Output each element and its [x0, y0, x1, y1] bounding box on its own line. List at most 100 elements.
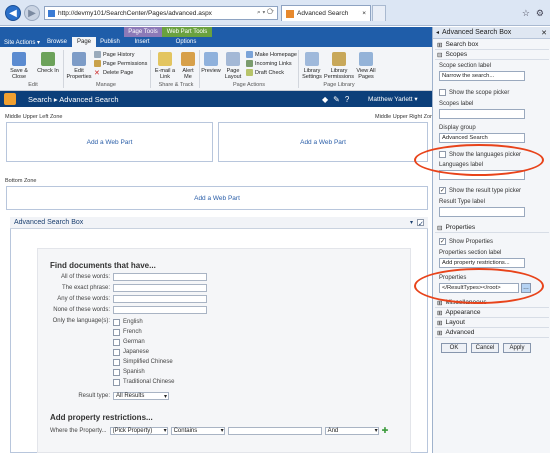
result-type-select[interactable]: All Results ▾ — [113, 392, 169, 400]
make-homepage-button[interactable]: Make Homepage — [246, 50, 297, 59]
check-in-button[interactable]: Check In — [36, 52, 60, 74]
add-web-part-link[interactable]: Add a Web Part — [194, 195, 240, 202]
section-appearance[interactable]: ⊞ Appearance — [435, 308, 549, 318]
none-words-input[interactable] — [113, 306, 207, 314]
page-permissions-button[interactable]: Page Permissions — [94, 59, 147, 68]
collapsed-sections: ⊞ Miscellaneous ⊞ Appearance ⊞ Layout ⊞ Adva… — [435, 298, 549, 338]
language-checkbox[interactable] — [113, 318, 120, 326]
show-scope-picker-checkbox[interactable] — [439, 89, 446, 96]
and-or-select[interactable]: And ▾ — [324, 426, 379, 435]
language-option[interactable]: Spanish — [113, 367, 174, 377]
library-settings-button[interactable]: Library Settings — [301, 52, 323, 80]
language-option[interactable]: English — [113, 317, 174, 327]
favorites-icon[interactable]: ☆ — [522, 8, 530, 19]
show-scope-picker[interactable]: Show the scope picker — [439, 89, 509, 96]
tab-browse[interactable]: Browse — [44, 37, 70, 47]
close-icon[interactable]: ✕ — [541, 29, 547, 37]
pick-property-select[interactable]: (Pick Property) ▾ — [109, 426, 168, 435]
language-checkbox[interactable] — [113, 328, 120, 336]
page-layout-button[interactable]: Page Layout — [223, 52, 243, 80]
section-advanced[interactable]: ⊞ Advanced — [435, 328, 549, 338]
close-tab-icon[interactable]: × — [362, 10, 366, 17]
webpart-title-text: Advanced Search Box — [14, 219, 84, 226]
show-result-type-picker[interactable]: ✓ Show the result type picker — [439, 187, 521, 194]
tag-icon[interactable]: ◆ — [322, 95, 328, 104]
save-close-button[interactable]: Save & Close — [5, 52, 33, 80]
library-permissions-button[interactable]: Library Permissions — [324, 52, 354, 80]
back-button[interactable]: ◀ — [5, 5, 21, 21]
language-label: Traditional Chinese — [123, 379, 175, 385]
search-icon[interactable]: ⌕ ▾ ⟳ — [257, 9, 274, 17]
display-group-input[interactable]: Advanced Search — [439, 133, 525, 143]
help-icon[interactable]: ? — [345, 95, 349, 104]
add-web-part-link[interactable]: Add a Web Part — [300, 139, 346, 146]
result-type-label: Result Type label — [439, 199, 485, 205]
language-option[interactable]: Japanese — [113, 347, 174, 357]
language-list: English French German Japanese Simplifie… — [113, 317, 174, 387]
edit-properties-button[interactable]: Edit Properties — [66, 52, 92, 80]
add-row-icon[interactable]: ✚ — [382, 426, 389, 435]
view-all-pages-button[interactable]: View All Pages — [355, 52, 377, 80]
show-result-type-picker-checkbox[interactable]: ✓ — [439, 187, 446, 194]
scopes-label-input[interactable] — [439, 109, 525, 119]
alert-me-button[interactable]: Alert Me — [178, 52, 198, 80]
cancel-button[interactable]: Cancel — [471, 343, 499, 353]
site-actions-menu[interactable]: Site Actions ▾ — [2, 37, 42, 47]
settings-icon — [305, 52, 319, 66]
apply-button[interactable]: Apply — [503, 343, 531, 353]
tool-pane-back-icon[interactable]: ◂ — [436, 29, 439, 36]
and-or-value: And — [327, 427, 339, 434]
section-search-box[interactable]: ⊞ Search box — [435, 40, 549, 50]
show-properties-checkbox[interactable]: ✓ — [439, 238, 446, 245]
result-type-label-input[interactable] — [439, 207, 525, 217]
email-link-button[interactable]: E-mail a Link — [153, 52, 177, 80]
tab-page[interactable]: Page — [72, 37, 96, 47]
gear-icon[interactable]: ⚙ — [536, 8, 544, 19]
language-checkbox[interactable] — [113, 348, 120, 356]
browser-tab[interactable]: Advanced Search × — [281, 5, 371, 21]
tab-publish[interactable]: Publish — [98, 37, 122, 47]
language-checkbox[interactable] — [113, 338, 120, 346]
exact-phrase-input[interactable] — [113, 284, 207, 292]
new-tab-button[interactable] — [372, 5, 386, 21]
language-option[interactable]: Traditional Chinese — [113, 377, 174, 387]
page-permissions-label: Page Permissions — [103, 60, 148, 67]
incoming-links-button[interactable]: Incoming Links — [246, 59, 297, 68]
section-properties[interactable]: ⊟ Properties — [435, 223, 549, 233]
check-icon — [246, 69, 253, 76]
preview-button[interactable]: Preview — [201, 52, 221, 74]
language-option[interactable]: German — [113, 337, 174, 347]
address-bar[interactable]: http://devmy101/SearchCenter/Pages/advan… — [44, 6, 278, 20]
show-properties[interactable]: ✓ Show Properties — [439, 238, 493, 245]
user-menu[interactable]: Matthew Yarlett ▾ — [368, 91, 418, 107]
page-history-button[interactable]: Page History — [94, 50, 147, 59]
all-words-input[interactable] — [113, 273, 207, 281]
draft-check-button[interactable]: Draft Check — [246, 68, 297, 77]
language-option[interactable]: French — [113, 327, 174, 337]
language-checkbox[interactable] — [113, 378, 120, 386]
language-option[interactable]: Simplified Chinese — [113, 357, 174, 367]
tab-options[interactable]: Options — [170, 37, 202, 47]
tab-insert[interactable]: Insert — [128, 37, 156, 47]
forward-button[interactable]: ▶ — [24, 5, 40, 21]
operator-select[interactable]: Contains ▾ — [170, 426, 225, 435]
breadcrumb[interactable]: Search ▸ Advanced Search — [28, 91, 119, 107]
property-value-input[interactable] — [227, 426, 322, 435]
scope-section-input[interactable]: Narrow the search... — [439, 71, 525, 81]
ok-button[interactable]: OK — [441, 343, 467, 353]
notes-icon[interactable]: ✎ — [333, 95, 340, 104]
webpart-menu-icon[interactable]: ▾ — [410, 219, 413, 226]
webpart-select-checkbox[interactable]: ✓ — [417, 219, 424, 228]
property-row: Where the Property... (Pick Property) ▾ C… — [50, 426, 388, 435]
preview-icon — [204, 52, 218, 66]
add-web-part-link[interactable]: Add a Web Part — [87, 139, 133, 146]
section-scopes[interactable]: ⊟ Scopes — [435, 50, 549, 60]
section-layout[interactable]: ⊞ Layout — [435, 318, 549, 328]
language-checkbox[interactable] — [113, 368, 120, 376]
delete-page-button[interactable]: ✕ Delete Page — [94, 68, 147, 78]
properties-section-input[interactable]: Add property restrictions... — [439, 258, 525, 268]
language-checkbox[interactable] — [113, 358, 120, 366]
expand-icon: ⊞ — [437, 319, 443, 327]
language-label: Only the language(s): — [52, 318, 110, 324]
any-words-input[interactable] — [113, 295, 207, 303]
